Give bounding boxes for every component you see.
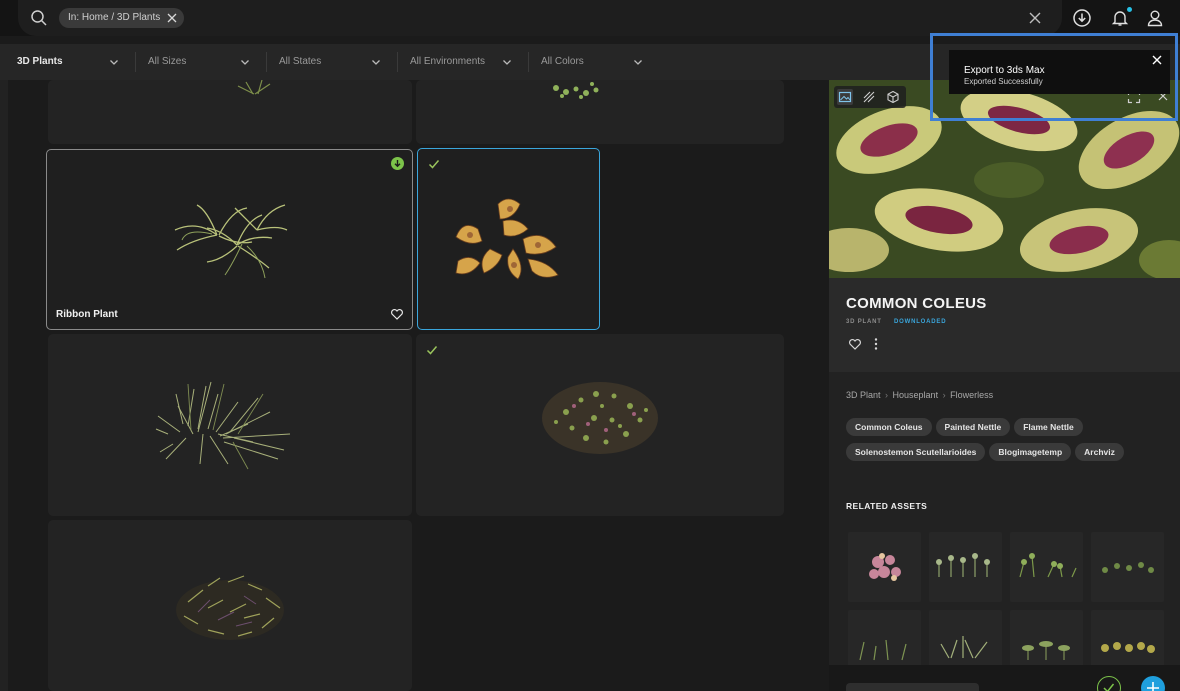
3d-view-cube-icon[interactable] xyxy=(885,89,901,105)
asset-thumbnail xyxy=(237,80,271,95)
filter-size-dropdown[interactable]: All Sizes xyxy=(148,44,256,80)
asset-thumbnail xyxy=(542,382,658,454)
related-asset-image xyxy=(869,553,901,581)
filter-divider xyxy=(266,52,267,72)
clear-search-icon[interactable] xyxy=(1027,10,1043,26)
search-scope-chip[interactable]: In: Home / 3D Plants xyxy=(59,8,185,28)
search-scope-label: In: Home / 3D Plants xyxy=(68,12,161,23)
filter-color-dropdown[interactable]: All Colors xyxy=(541,44,649,80)
related-asset-thumb[interactable] xyxy=(1091,532,1164,602)
filter-divider xyxy=(528,52,529,72)
filter-state-label: All States xyxy=(279,56,322,67)
more-options-icon[interactable] xyxy=(869,337,883,351)
tag-chip[interactable]: Painted Nettle xyxy=(935,418,1011,436)
asset-card[interactable] xyxy=(48,520,412,691)
filter-environment-label: All Environments xyxy=(410,56,486,67)
chevron-right-icon: › xyxy=(885,390,889,400)
related-asset-image xyxy=(1019,553,1077,578)
related-assets-heading: RELATED ASSETS xyxy=(846,501,928,511)
related-asset-thumb[interactable] xyxy=(929,532,1002,602)
filter-divider xyxy=(135,52,136,72)
search-bar[interactable]: In: Home / 3D Plants xyxy=(18,0,1062,36)
highlight-frame xyxy=(930,33,1178,121)
downloaded-check-icon xyxy=(426,346,438,355)
view-mode-toolbar xyxy=(834,86,906,108)
asset-thumbnail xyxy=(174,204,288,279)
related-asset-image xyxy=(1102,562,1154,573)
asset-card[interactable] xyxy=(48,334,412,516)
related-asset-thumb[interactable] xyxy=(1010,532,1083,602)
asset-card[interactable] xyxy=(416,80,784,144)
chevron-down-icon xyxy=(503,60,511,65)
asset-card-ribbon-plant[interactable]: Ribbon Plant xyxy=(46,149,413,330)
filter-category-label: 3D Plants xyxy=(17,56,63,67)
asset-card[interactable] xyxy=(48,80,412,144)
tag-chip[interactable]: Archviz xyxy=(1075,443,1124,461)
related-asset-thumb[interactable] xyxy=(848,532,921,602)
favorite-heart-icon[interactable] xyxy=(390,307,404,321)
asset-thumbnail xyxy=(155,381,291,470)
chevron-down-icon xyxy=(372,60,380,65)
chevron-right-icon: › xyxy=(942,390,946,400)
panel-footer xyxy=(829,665,1180,691)
asset-detail-panel: COMMON COLEUS 3D PLANT DOWNLOADED 3D Pla… xyxy=(829,80,1180,691)
top-bar: In: Home / 3D Plants xyxy=(0,0,1180,36)
favorite-heart-icon[interactable] xyxy=(848,337,862,351)
confirm-check-button[interactable] xyxy=(1097,676,1121,691)
tag-chip[interactable]: Blogimagetemp xyxy=(989,443,1072,461)
download-status-badge xyxy=(391,157,404,170)
search-icon[interactable] xyxy=(30,9,48,27)
asset-breadcrumb: 3D Plant › Houseplant › Flowerless xyxy=(846,390,993,400)
tag-chip[interactable]: Solenostemon Scutellarioides xyxy=(846,443,986,461)
asset-card-title: Ribbon Plant xyxy=(56,309,118,320)
asset-download-status: DOWNLOADED xyxy=(894,319,947,325)
user-account-icon[interactable] xyxy=(1145,8,1165,28)
asset-info-header: COMMON COLEUS 3D PLANT DOWNLOADED xyxy=(829,278,1180,372)
breadcrumb-item[interactable]: Houseplant xyxy=(893,390,939,400)
asset-thumbnail xyxy=(176,575,284,640)
downloaded-check-icon xyxy=(428,160,440,169)
related-asset-image xyxy=(936,553,990,577)
download-arrow-icon xyxy=(394,160,401,168)
download-icon[interactable] xyxy=(1072,8,1092,28)
remove-chip-icon[interactable] xyxy=(166,12,178,24)
tag-chip[interactable]: Flame Nettle xyxy=(1014,418,1083,436)
tag-chip[interactable]: Common Coleus xyxy=(846,418,932,436)
chevron-down-icon xyxy=(634,60,642,65)
resolution-dropdown[interactable] xyxy=(846,683,979,691)
add-to-collection-button[interactable] xyxy=(1141,676,1165,691)
asset-thumbnail xyxy=(553,82,599,99)
asset-tags: Common Coleus Painted Nettle Flame Nettle … xyxy=(846,417,1166,467)
filter-category-dropdown[interactable]: 3D Plants xyxy=(17,44,125,80)
texture-view-icon[interactable] xyxy=(861,89,877,105)
filter-size-label: All Sizes xyxy=(148,56,187,67)
asset-type-label: 3D PLANT xyxy=(846,319,882,325)
grid-gutter xyxy=(0,80,8,691)
filter-color-label: All Colors xyxy=(541,56,584,67)
chevron-down-icon xyxy=(110,60,118,65)
plus-icon xyxy=(1147,682,1159,691)
asset-title: COMMON COLEUS xyxy=(846,295,987,312)
filter-state-dropdown[interactable]: All States xyxy=(279,44,387,80)
checkmark-icon xyxy=(1103,683,1115,691)
notification-badge xyxy=(1127,7,1132,12)
filter-environment-dropdown[interactable]: All Environments xyxy=(410,44,518,80)
chevron-down-icon xyxy=(241,60,249,65)
asset-card[interactable] xyxy=(416,334,784,516)
filter-divider xyxy=(397,52,398,72)
breadcrumb-item[interactable]: 3D Plant xyxy=(846,390,881,400)
asset-thumbnail xyxy=(455,198,559,280)
image-view-icon[interactable] xyxy=(837,89,853,105)
asset-card-common-coleus[interactable] xyxy=(417,148,600,330)
breadcrumb-item[interactable]: Flowerless xyxy=(950,390,993,400)
